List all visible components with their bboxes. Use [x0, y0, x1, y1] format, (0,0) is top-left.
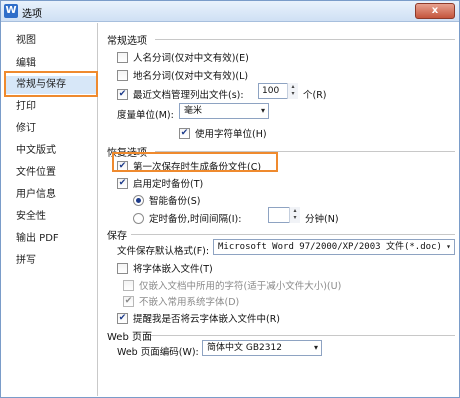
- sidebar-item-print[interactable]: 打印: [6, 98, 96, 116]
- interval-backup-radio[interactable]: [133, 212, 144, 224]
- check-icon: ✔: [118, 177, 127, 188]
- sidebar-item-revision[interactable]: 修订: [6, 120, 96, 138]
- highlight-frame-sidebar: [4, 71, 98, 97]
- embed-used-only-option[interactable]: 仅嵌入文档中所用的字符(适于减小文件大小)(U): [123, 278, 341, 292]
- default-format-select[interactable]: Microsoft Word 97/2000/XP/2003 文件(*.doc)…: [213, 239, 455, 255]
- embed-fonts-option[interactable]: 将字体嵌入文件(T): [117, 261, 213, 275]
- general-divider: [155, 39, 455, 40]
- char-unit-checkbox[interactable]: ✔: [179, 127, 190, 139]
- web-divider: [151, 335, 455, 336]
- save-divider: [131, 234, 455, 235]
- sidebar-item-spelling[interactable]: 拼写: [6, 252, 96, 270]
- sidebar-item-view[interactable]: 视图: [6, 32, 96, 50]
- web-encoding-label: Web 页面编码(W):: [117, 347, 199, 358]
- recent-files-spinner[interactable]: ▴ ▾: [287, 83, 298, 99]
- settings-panel: 常规选项 人名分词(仅对中文有效)(E) 地名分词(仅对中文有效)(L) ✔ 最…: [105, 23, 457, 396]
- sidebar-item-pdf-output[interactable]: 输出 PDF: [6, 230, 96, 248]
- embed-used-only-checkbox[interactable]: [123, 279, 134, 291]
- general-options-title: 常规选项: [107, 36, 147, 47]
- chevron-down-icon: ▾: [446, 242, 451, 251]
- remind-cloud-fonts-option[interactable]: ✔ 提醒我是否将云字体嵌入文件中(R): [117, 311, 280, 325]
- recent-files-checkbox[interactable]: ✔: [117, 88, 128, 100]
- remind-cloud-fonts-checkbox[interactable]: ✔: [117, 312, 128, 324]
- char-unit-option[interactable]: ✔ 使用字符单位(H): [179, 126, 267, 140]
- name-segmentation-option[interactable]: 人名分词(仅对中文有效)(E): [117, 50, 249, 64]
- place-segmentation-option[interactable]: 地名分词(仅对中文有效)(L): [117, 68, 248, 82]
- name-segmentation-checkbox[interactable]: [117, 51, 128, 63]
- check-icon: ✔: [124, 295, 133, 306]
- web-section-title: Web 页面: [107, 332, 152, 343]
- interval-backup-option[interactable]: 定时备份,时间间隔(I):: [133, 211, 241, 225]
- sidebar-item-chinese-layout[interactable]: 中文版式: [6, 142, 96, 160]
- smart-backup-option[interactable]: 智能备份(S): [133, 193, 200, 207]
- check-icon: ✔: [118, 88, 127, 99]
- backup-interval-unit: 分钟(N): [305, 214, 339, 225]
- timed-backup-option[interactable]: ✔ 启用定时备份(T): [117, 176, 203, 190]
- place-segmentation-checkbox[interactable]: [117, 69, 128, 81]
- highlight-frame-backup: [112, 152, 278, 172]
- sidebar-item-security[interactable]: 安全性: [6, 208, 96, 226]
- measure-unit-select[interactable]: 毫米 ▾: [179, 103, 269, 119]
- default-format-label: 文件保存默认格式(F):: [117, 246, 210, 257]
- sidebar-item-user-info[interactable]: 用户信息: [6, 186, 96, 204]
- sidebar-item-file-location[interactable]: 文件位置: [6, 164, 96, 182]
- window-title: 选项: [22, 9, 42, 20]
- timed-backup-checkbox[interactable]: ✔: [117, 177, 128, 189]
- chevron-down-icon: ▾: [260, 106, 265, 115]
- measure-unit-label: 度量单位(M):: [117, 110, 174, 121]
- smart-backup-radio[interactable]: [133, 194, 144, 206]
- recent-files-option[interactable]: ✔ 最近文档管理列出文件(s):: [117, 87, 244, 101]
- check-icon: ✔: [180, 127, 189, 138]
- no-common-fonts-option[interactable]: ✔ 不嵌入常用系统字体(D): [123, 294, 239, 308]
- options-dialog: W 选项 x 视图 编辑 常规与保存 打印 修订 中文版式 文件位置 用户信息 …: [0, 0, 460, 398]
- close-button[interactable]: x: [415, 3, 455, 19]
- web-encoding-select[interactable]: 简体中文 GB2312 ▾: [202, 340, 322, 356]
- backup-interval-spinner[interactable]: ▴ ▾: [289, 207, 300, 223]
- no-common-fonts-checkbox[interactable]: ✔: [123, 295, 134, 307]
- save-section-title: 保存: [107, 231, 127, 242]
- chevron-down-icon: ▾: [313, 343, 318, 352]
- embed-fonts-checkbox[interactable]: [117, 262, 128, 274]
- title-bar: W 选项 x: [1, 1, 459, 22]
- check-icon: ✔: [118, 312, 127, 323]
- recent-files-unit: 个(R): [303, 90, 327, 101]
- wps-app-icon: W: [4, 4, 18, 18]
